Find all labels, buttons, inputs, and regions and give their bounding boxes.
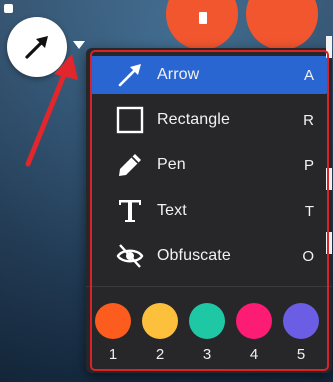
annotation-tool-menu: Arrow A Rectangle R Pen P Text T Obfusca… [86,48,332,373]
menu-item-obfuscate[interactable]: Obfuscate O [90,237,328,275]
window-edge-marker [326,232,332,254]
color-number: 4 [249,346,259,363]
menu-item-label: Text [157,202,187,219]
shortcut-key: R [303,111,314,129]
menu-item-label: Rectangle [157,111,230,128]
callout-arrow-icon [25,54,78,167]
shortcut-key: P [303,156,314,174]
color-swatch-2[interactable] [142,303,178,339]
window-edge-marker [326,168,332,190]
menu-item-arrow[interactable]: Arrow A [90,56,328,94]
shortcut-key: O [302,247,314,265]
text-icon [114,195,146,227]
chevron-down-icon[interactable] [73,40,85,50]
color-number: 1 [108,346,118,363]
pen-icon [114,149,146,181]
color-number: 2 [155,346,165,363]
color-swatch-5[interactable] [283,303,319,339]
color-number: 5 [296,346,306,363]
menu-item-text[interactable]: Text T [90,192,328,230]
color-swatch-3[interactable] [189,303,225,339]
menu-item-label: Obfuscate [157,247,231,264]
menu-divider [86,286,332,287]
color-swatch-4[interactable] [236,303,272,339]
color-number: 3 [202,346,212,363]
menu-item-label: Arrow [157,66,200,83]
action-button-icon [199,12,207,24]
menu-item-rectangle[interactable]: Rectangle R [90,101,328,139]
arrow-icon [114,59,146,91]
color-swatch-1[interactable] [95,303,131,339]
window-edge-marker [326,36,332,58]
shortcut-key: A [303,66,314,84]
obfuscate-icon [114,240,146,272]
shortcut-key: T [304,202,314,220]
menu-item-label: Pen [157,156,186,173]
window-square-icon [4,4,13,13]
rectangle-icon [114,104,146,136]
menu-item-pen[interactable]: Pen P [90,146,328,184]
